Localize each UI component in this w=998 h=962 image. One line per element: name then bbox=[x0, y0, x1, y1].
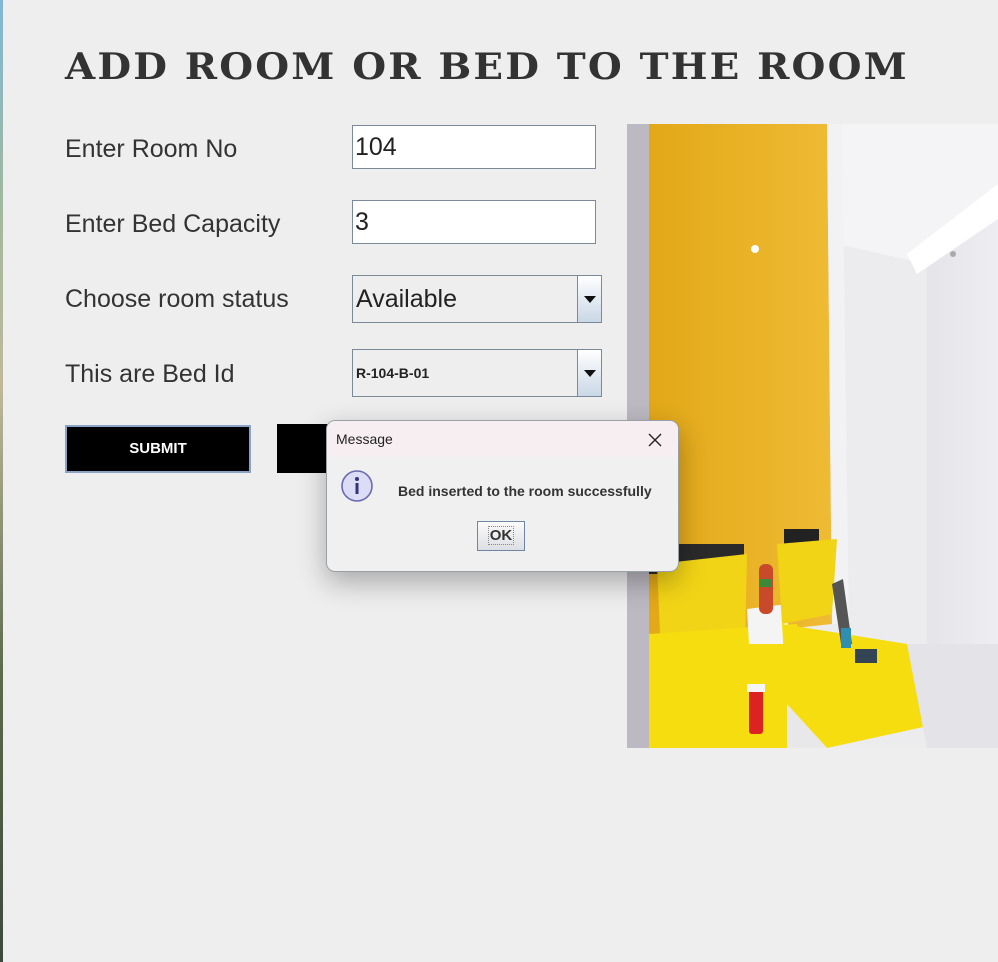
chevron-down-icon[interactable] bbox=[577, 276, 601, 322]
chevron-down-icon[interactable] bbox=[577, 350, 601, 396]
room-no-label: Enter Room No bbox=[65, 135, 238, 163]
room-status-label: Choose room status bbox=[65, 285, 289, 313]
ok-button[interactable]: OK bbox=[477, 521, 525, 551]
submit-button[interactable]: SUBMIT bbox=[65, 425, 251, 473]
ok-button-label: OK bbox=[487, 526, 515, 545]
message-dialog: Message Bed inserted to the room success… bbox=[326, 420, 679, 572]
bed-id-dropdown[interactable]: R-104-B-01 bbox=[352, 349, 602, 397]
bed-capacity-input[interactable] bbox=[352, 200, 596, 244]
room-status-dropdown[interactable]: Available bbox=[352, 275, 602, 323]
room-status-selected: Available bbox=[356, 285, 458, 313]
close-icon[interactable] bbox=[645, 430, 665, 450]
bed-capacity-label: Enter Bed Capacity bbox=[65, 210, 281, 238]
room-no-input[interactable] bbox=[352, 125, 596, 169]
bed-id-label: This are Bed Id bbox=[65, 360, 235, 388]
bed-id-selected: R-104-B-01 bbox=[356, 365, 430, 381]
dialog-title: Message bbox=[336, 431, 393, 447]
page-title: ADD ROOM OR BED TO THE ROOM bbox=[65, 46, 909, 88]
dialog-titlebar[interactable]: Message bbox=[327, 421, 678, 457]
info-icon bbox=[341, 470, 373, 502]
background-window-edge bbox=[0, 0, 3, 962]
room-photo bbox=[627, 124, 998, 748]
dialog-message: Bed inserted to the room successfully bbox=[398, 483, 652, 499]
room-photo-illustration bbox=[627, 124, 998, 748]
